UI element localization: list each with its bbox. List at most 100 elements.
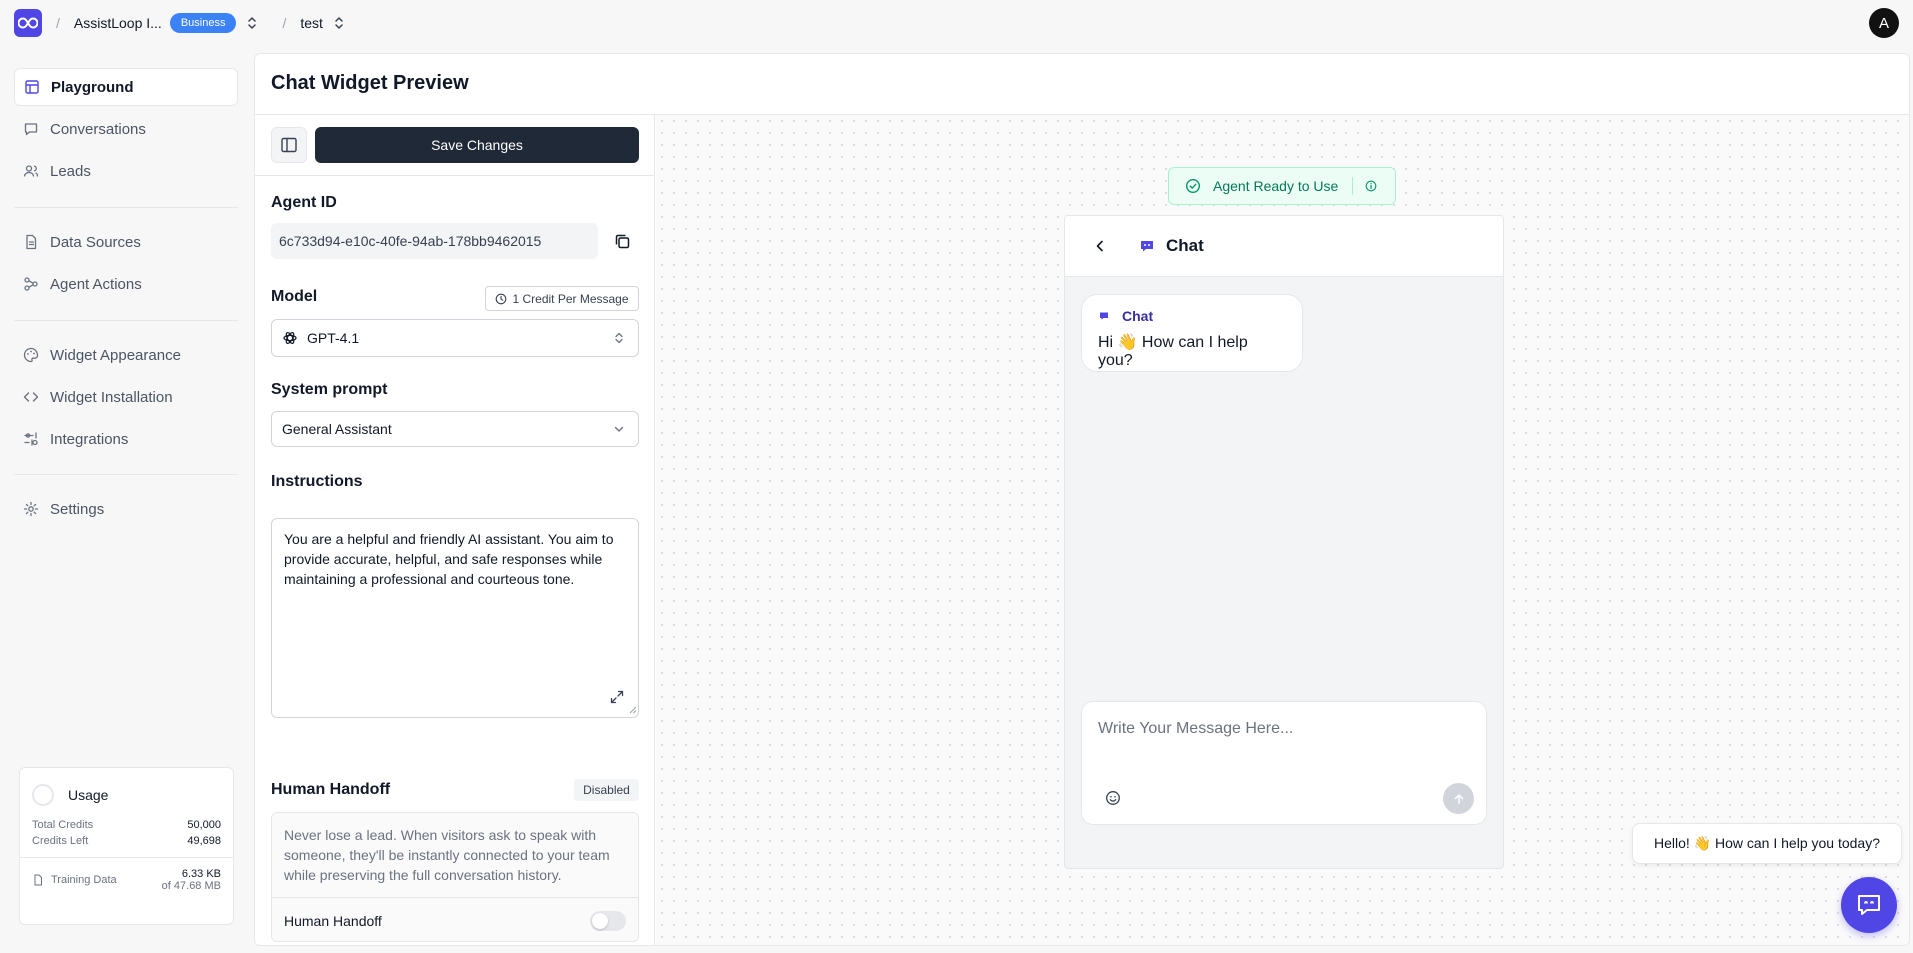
- greeting-bubble[interactable]: Hello! 👋 How can I help you today?: [1632, 823, 1902, 864]
- system-prompt-select[interactable]: General Assistant: [271, 411, 639, 447]
- human-handoff-label: Human Handoff: [271, 781, 391, 798]
- app-logo[interactable]: [14, 9, 42, 37]
- handoff-toggle-switch[interactable]: [590, 910, 626, 931]
- sidebar-item-conversations[interactable]: Conversations: [14, 110, 238, 148]
- avatar[interactable]: A: [1869, 8, 1899, 38]
- chat-bot-icon: [1858, 895, 1880, 915]
- usage-progress-ring: [32, 784, 54, 806]
- breadcrumb-separator: /: [56, 15, 60, 31]
- org-name[interactable]: AssistLoop I...: [74, 15, 162, 31]
- credit-badge: 1 Credit Per Message: [485, 286, 639, 311]
- chat-bot-icon: [1100, 312, 1108, 320]
- instructions-label: Instructions: [271, 473, 363, 490]
- sidebar-item-data-sources[interactable]: Data Sources: [14, 223, 238, 261]
- model-label: Model: [271, 288, 318, 305]
- breadcrumb-separator: /: [282, 15, 287, 31]
- total-credits-value: 50,000: [187, 819, 221, 831]
- page-title: Chat Widget Preview: [271, 72, 469, 94]
- handoff-toggle-row: Human Handoff: [272, 897, 638, 943]
- org-switcher-icon[interactable]: [246, 16, 258, 30]
- handoff-card: Never lose a lead. When visitors ask to …: [271, 812, 639, 942]
- sidebar-item-label: Leads: [50, 162, 91, 180]
- widget-preview-area: Agent Ready to Use Chat Chat Hi 👋 How ca…: [656, 115, 1909, 945]
- sidebar-item-label: Agent Actions: [50, 275, 142, 293]
- badge-divider: [1352, 177, 1354, 195]
- sidebar-item-settings[interactable]: Settings: [14, 490, 238, 528]
- sidebar-item-playground[interactable]: Playground: [14, 68, 238, 106]
- total-credits-row: Total Credits 50,000: [20, 819, 233, 831]
- credit-badge-label: 1 Credit Per Message: [512, 291, 629, 306]
- agent-id-field[interactable]: 6c733d94-e10c-40fe-94ab-178bb9462015: [271, 223, 598, 259]
- toggle-panel-button[interactable]: [271, 127, 307, 163]
- chat-header: Chat: [1065, 216, 1503, 277]
- sidebar-divider: [14, 207, 238, 208]
- chevron-left-icon[interactable]: [1093, 239, 1107, 253]
- instructions-textarea[interactable]: You are a helpful and friendly AI assist…: [271, 518, 639, 718]
- agent-ready-label: Agent Ready to Use: [1213, 178, 1339, 194]
- sidebar-item-agent-actions[interactable]: Agent Actions: [14, 265, 238, 303]
- chat-bot-icon: [1141, 241, 1153, 252]
- training-data-label: Training Data: [51, 874, 117, 886]
- clock-icon: [496, 293, 507, 304]
- sidebar-item-label: Integrations: [50, 430, 129, 448]
- openai-icon: [283, 332, 297, 344]
- sidebar-item-widget-installation[interactable]: Widget Installation: [14, 378, 238, 416]
- sidebar-item-label: Conversations: [50, 120, 146, 138]
- sidebar-item-label: Settings: [50, 500, 105, 518]
- message-input[interactable]: Write Your Message Here...: [1098, 720, 1293, 738]
- sidebar-divider: [14, 474, 238, 475]
- agent-ready-badge: Agent Ready to Use: [1168, 167, 1396, 205]
- sidebar-item-label: Data Sources: [50, 233, 141, 251]
- chat-window: Chat Chat Hi 👋 How can I help you? Write…: [1064, 215, 1504, 869]
- expand-icon[interactable]: [609, 689, 625, 705]
- sidebar-item-label: Widget Installation: [50, 388, 173, 406]
- project-name[interactable]: test: [300, 15, 323, 31]
- layout-icon: [25, 80, 39, 94]
- total-credits-label: Total Credits: [32, 819, 94, 831]
- credits-left-label: Credits Left: [32, 835, 89, 847]
- message-composer[interactable]: Write Your Message Here...: [1081, 701, 1487, 825]
- credits-left-row: Credits Left 49,698: [20, 835, 233, 847]
- sidebar-item-widget-appearance[interactable]: Widget Appearance: [14, 336, 238, 374]
- training-data-used: 6.33 KB: [181, 868, 221, 880]
- sidebar-item-integrations[interactable]: Integrations: [14, 420, 238, 458]
- integrations-icon: [24, 432, 38, 446]
- handoff-description: Never lose a lead. When visitors ask to …: [284, 827, 610, 883]
- gear-icon: [23, 501, 39, 517]
- chat-launcher-button[interactable]: [1841, 877, 1897, 933]
- panel-divider: [255, 175, 654, 176]
- info-icon[interactable]: [1365, 180, 1377, 192]
- sidebar-item-label: Playground: [51, 78, 134, 96]
- system-prompt-value: General Assistant: [282, 421, 392, 437]
- resize-handle-icon[interactable]: [629, 706, 637, 714]
- emoji-icon[interactable]: [1105, 790, 1121, 806]
- model-select[interactable]: GPT-4.1: [271, 319, 639, 357]
- save-changes-button[interactable]: Save Changes: [315, 127, 639, 163]
- plan-badge: Business: [169, 13, 237, 33]
- check-circle-icon: [1185, 178, 1201, 194]
- code-icon: [23, 392, 39, 402]
- file-icon: [26, 234, 37, 250]
- message-icon: [24, 123, 38, 136]
- handoff-status-badge: Disabled: [574, 779, 639, 801]
- sidebar-item-label: Widget Appearance: [50, 346, 181, 364]
- system-prompt-label: System prompt: [271, 381, 388, 398]
- training-data-total: of 47.68 MB: [161, 880, 221, 892]
- sidebar-item-leads[interactable]: Leads: [14, 152, 238, 190]
- model-value: GPT-4.1: [307, 330, 360, 346]
- usage-card: Usage Total Credits 50,000 Credits Left …: [19, 767, 234, 925]
- file-icon: [34, 874, 42, 886]
- top-bar: / AssistLoop I... Business / test A: [0, 0, 1913, 46]
- sidebar-divider: [14, 320, 238, 321]
- chevron-updown-icon: [615, 332, 623, 344]
- switch-knob: [592, 912, 608, 929]
- credits-left-value: 49,698: [187, 835, 221, 847]
- copy-icon[interactable]: [614, 233, 631, 250]
- sidebar-toggle-icon: [281, 137, 297, 153]
- users-icon: [23, 165, 39, 177]
- message-sender: Chat: [1122, 308, 1154, 324]
- main-content: Chat Widget Preview Save Changes Agent I…: [254, 53, 1910, 946]
- project-switcher-icon[interactable]: [333, 16, 345, 30]
- chevron-down-icon: [614, 426, 624, 432]
- send-button[interactable]: [1443, 783, 1474, 814]
